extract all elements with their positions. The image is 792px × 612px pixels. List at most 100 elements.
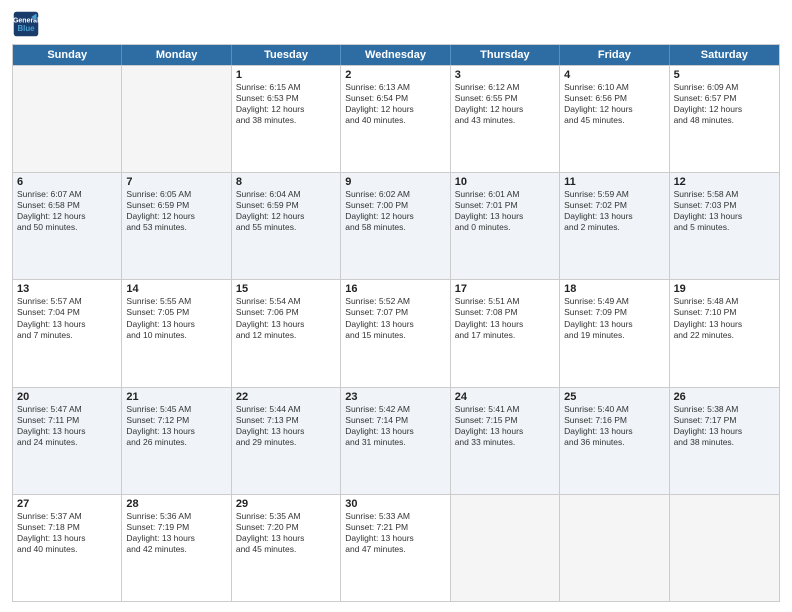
cell-line: Daylight: 13 hours (126, 319, 226, 330)
cell-line: Sunrise: 6:04 AM (236, 189, 336, 200)
day-number: 2 (345, 69, 445, 81)
cell-line: Sunrise: 5:54 AM (236, 296, 336, 307)
cell-line: and 58 minutes. (345, 222, 445, 233)
cell-line: and 40 minutes. (345, 115, 445, 126)
cell-line: Sunset: 7:16 PM (564, 415, 664, 426)
cell-line: Daylight: 12 hours (126, 211, 226, 222)
cell-line: Daylight: 13 hours (236, 533, 336, 544)
calendar-cell (13, 66, 122, 172)
day-number: 27 (17, 498, 117, 510)
calendar-cell: 2Sunrise: 6:13 AMSunset: 6:54 PMDaylight… (341, 66, 450, 172)
cell-line: Sunset: 7:08 PM (455, 307, 555, 318)
calendar-cell: 8Sunrise: 6:04 AMSunset: 6:59 PMDaylight… (232, 173, 341, 279)
cell-line: and 12 minutes. (236, 330, 336, 341)
weekday-header: Wednesday (341, 45, 450, 65)
cell-line: Sunrise: 5:41 AM (455, 404, 555, 415)
calendar-cell: 25Sunrise: 5:40 AMSunset: 7:16 PMDayligh… (560, 388, 669, 494)
cell-line: Daylight: 12 hours (455, 104, 555, 115)
day-number: 15 (236, 283, 336, 295)
cell-line: Sunrise: 5:35 AM (236, 511, 336, 522)
calendar-cell: 11Sunrise: 5:59 AMSunset: 7:02 PMDayligh… (560, 173, 669, 279)
cell-line: Daylight: 13 hours (455, 211, 555, 222)
logo: General Blue (12, 10, 44, 38)
calendar-cell: 13Sunrise: 5:57 AMSunset: 7:04 PMDayligh… (13, 280, 122, 386)
calendar-cell: 14Sunrise: 5:55 AMSunset: 7:05 PMDayligh… (122, 280, 231, 386)
calendar-cell: 16Sunrise: 5:52 AMSunset: 7:07 PMDayligh… (341, 280, 450, 386)
cell-line: Sunrise: 6:12 AM (455, 82, 555, 93)
day-number: 10 (455, 176, 555, 188)
day-number: 22 (236, 391, 336, 403)
cell-line: Daylight: 13 hours (345, 426, 445, 437)
day-number: 6 (17, 176, 117, 188)
cell-line: and 45 minutes. (236, 544, 336, 555)
day-number: 19 (674, 283, 775, 295)
cell-line: Sunrise: 5:38 AM (674, 404, 775, 415)
calendar-cell: 26Sunrise: 5:38 AMSunset: 7:17 PMDayligh… (670, 388, 779, 494)
cell-line: and 17 minutes. (455, 330, 555, 341)
cell-line: Daylight: 12 hours (345, 104, 445, 115)
cell-line: Sunrise: 5:36 AM (126, 511, 226, 522)
cell-line: Daylight: 13 hours (17, 426, 117, 437)
calendar-cell: 7Sunrise: 6:05 AMSunset: 6:59 PMDaylight… (122, 173, 231, 279)
cell-line: Sunrise: 6:09 AM (674, 82, 775, 93)
cell-line: Daylight: 13 hours (564, 211, 664, 222)
calendar-body: 1Sunrise: 6:15 AMSunset: 6:53 PMDaylight… (13, 65, 779, 601)
day-number: 1 (236, 69, 336, 81)
cell-line: Daylight: 13 hours (674, 319, 775, 330)
cell-line: Daylight: 12 hours (236, 104, 336, 115)
cell-line: and 5 minutes. (674, 222, 775, 233)
day-number: 4 (564, 69, 664, 81)
cell-line: Sunset: 7:01 PM (455, 200, 555, 211)
calendar-cell (560, 495, 669, 601)
calendar-row: 27Sunrise: 5:37 AMSunset: 7:18 PMDayligh… (13, 494, 779, 601)
day-number: 25 (564, 391, 664, 403)
cell-line: Sunset: 7:06 PM (236, 307, 336, 318)
cell-line: and 48 minutes. (674, 115, 775, 126)
cell-line: Sunrise: 5:33 AM (345, 511, 445, 522)
day-number: 26 (674, 391, 775, 403)
cell-line: Sunset: 7:04 PM (17, 307, 117, 318)
header: General Blue (12, 10, 780, 38)
svg-text:Blue: Blue (17, 24, 35, 33)
cell-line: Daylight: 13 hours (236, 319, 336, 330)
cell-line: Daylight: 13 hours (564, 319, 664, 330)
cell-line: and 19 minutes. (564, 330, 664, 341)
cell-line: Sunset: 6:55 PM (455, 93, 555, 104)
cell-line: and 38 minutes. (236, 115, 336, 126)
cell-line: and 42 minutes. (126, 544, 226, 555)
cell-line: Sunrise: 5:37 AM (17, 511, 117, 522)
calendar-cell: 3Sunrise: 6:12 AMSunset: 6:55 PMDaylight… (451, 66, 560, 172)
cell-line: Sunrise: 6:15 AM (236, 82, 336, 93)
cell-line: Daylight: 13 hours (126, 533, 226, 544)
cell-line: and 55 minutes. (236, 222, 336, 233)
calendar-row: 13Sunrise: 5:57 AMSunset: 7:04 PMDayligh… (13, 279, 779, 386)
cell-line: Sunrise: 5:47 AM (17, 404, 117, 415)
cell-line: and 2 minutes. (564, 222, 664, 233)
cell-line: and 36 minutes. (564, 437, 664, 448)
day-number: 7 (126, 176, 226, 188)
day-number: 29 (236, 498, 336, 510)
cell-line: Daylight: 13 hours (455, 426, 555, 437)
calendar-cell (451, 495, 560, 601)
day-number: 13 (17, 283, 117, 295)
cell-line: Sunset: 6:54 PM (345, 93, 445, 104)
cell-line: Sunset: 7:02 PM (564, 200, 664, 211)
day-number: 28 (126, 498, 226, 510)
cell-line: Sunset: 6:53 PM (236, 93, 336, 104)
cell-line: and 22 minutes. (674, 330, 775, 341)
day-number: 3 (455, 69, 555, 81)
cell-line: Sunset: 7:21 PM (345, 522, 445, 533)
weekday-header: Friday (560, 45, 669, 65)
cell-line: Daylight: 13 hours (17, 319, 117, 330)
cell-line: and 33 minutes. (455, 437, 555, 448)
cell-line: Daylight: 13 hours (236, 426, 336, 437)
cell-line: Sunrise: 5:51 AM (455, 296, 555, 307)
calendar: SundayMondayTuesdayWednesdayThursdayFrid… (12, 44, 780, 602)
cell-line: Sunset: 6:56 PM (564, 93, 664, 104)
calendar-cell: 5Sunrise: 6:09 AMSunset: 6:57 PMDaylight… (670, 66, 779, 172)
cell-line: Daylight: 13 hours (17, 533, 117, 544)
calendar-cell: 28Sunrise: 5:36 AMSunset: 7:19 PMDayligh… (122, 495, 231, 601)
calendar-cell: 1Sunrise: 6:15 AMSunset: 6:53 PMDaylight… (232, 66, 341, 172)
calendar-cell: 20Sunrise: 5:47 AMSunset: 7:11 PMDayligh… (13, 388, 122, 494)
cell-line: and 15 minutes. (345, 330, 445, 341)
